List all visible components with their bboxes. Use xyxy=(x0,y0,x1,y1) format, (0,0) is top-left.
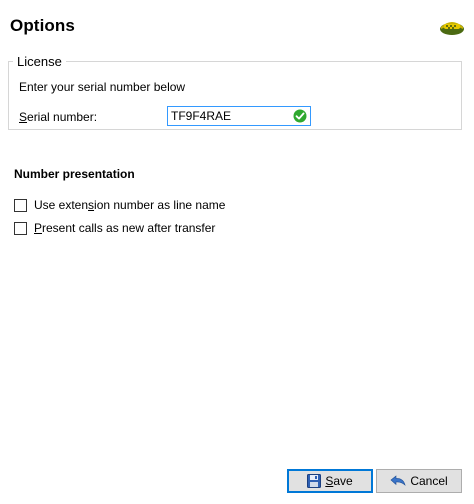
cancel-arrow-icon xyxy=(390,474,406,488)
cancel-button[interactable]: Cancel xyxy=(376,469,462,493)
phone-logo-icon xyxy=(439,15,465,37)
serial-number-input[interactable] xyxy=(171,108,291,124)
license-legend: License xyxy=(17,54,62,69)
serial-number-label: Serial number: xyxy=(19,110,97,124)
serial-label-accesskey: S xyxy=(19,110,28,124)
serial-label-text: erial number: xyxy=(27,110,98,124)
page-title: Options xyxy=(10,16,75,35)
present-calls-checkbox-row[interactable]: Present calls as new after transfer xyxy=(14,220,215,236)
checkmark-circle-icon xyxy=(293,109,307,123)
present-calls-label: Present calls as new after transfer xyxy=(34,221,216,235)
save-button-label: Save xyxy=(325,474,353,488)
cancel-button-label: Cancel xyxy=(410,474,448,488)
save-button[interactable]: Save xyxy=(287,469,373,493)
number-presentation-title: Number presentation xyxy=(14,167,135,181)
use-extension-checkbox[interactable] xyxy=(14,198,27,212)
serial-number-field[interactable] xyxy=(167,106,311,126)
floppy-disk-icon xyxy=(307,474,322,488)
use-extension-label: Use extension number as line name xyxy=(34,198,226,212)
use-extension-checkbox-row[interactable]: Use extension number as line name xyxy=(14,197,225,213)
serial-instruction: Enter your serial number below xyxy=(19,80,186,94)
present-calls-checkbox[interactable] xyxy=(14,221,27,235)
